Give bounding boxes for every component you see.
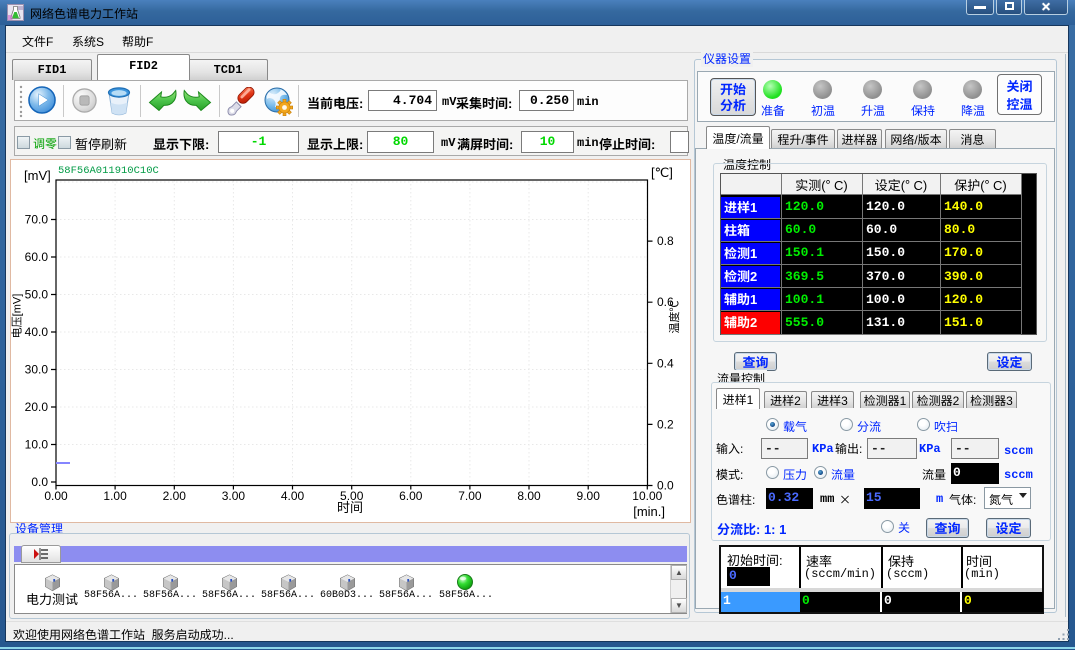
svg-text:60.0: 60.0 [25, 250, 49, 264]
svg-text:0.8: 0.8 [657, 234, 674, 248]
svg-text:0.0: 0.0 [31, 475, 48, 489]
svg-text:50.0: 50.0 [25, 288, 49, 302]
svg-text:20.0: 20.0 [25, 400, 49, 414]
svg-text:温度℃: 温度℃ [667, 301, 681, 334]
svg-text:电压[mV]: 电压[mV] [11, 294, 24, 339]
svg-text:4.00: 4.00 [281, 489, 305, 503]
svg-text:1.00: 1.00 [103, 489, 127, 503]
svg-text:9.00: 9.00 [577, 489, 601, 503]
svg-text:3.00: 3.00 [222, 489, 246, 503]
svg-text:0.4: 0.4 [657, 356, 674, 370]
svg-text:7.00: 7.00 [458, 489, 482, 503]
svg-text:8.00: 8.00 [517, 489, 541, 503]
svg-text:10.00: 10.00 [632, 489, 662, 503]
svg-text:40.0: 40.0 [25, 325, 49, 339]
svg-text:0.2: 0.2 [657, 417, 674, 431]
svg-text:6.00: 6.00 [399, 489, 423, 503]
svg-text:70.0: 70.0 [25, 213, 49, 227]
svg-text:0.00: 0.00 [44, 489, 68, 503]
svg-text:58F56A011910C10C: 58F56A011910C10C [58, 165, 159, 177]
svg-text:30.0: 30.0 [25, 363, 49, 377]
svg-text:[℃]: [℃] [651, 165, 673, 180]
svg-text:时间: 时间 [337, 500, 363, 515]
svg-text:2.00: 2.00 [163, 489, 187, 503]
svg-text:10.0: 10.0 [25, 438, 49, 452]
svg-text:[mV]: [mV] [24, 168, 51, 183]
svg-text:[min.]: [min.] [633, 504, 665, 519]
